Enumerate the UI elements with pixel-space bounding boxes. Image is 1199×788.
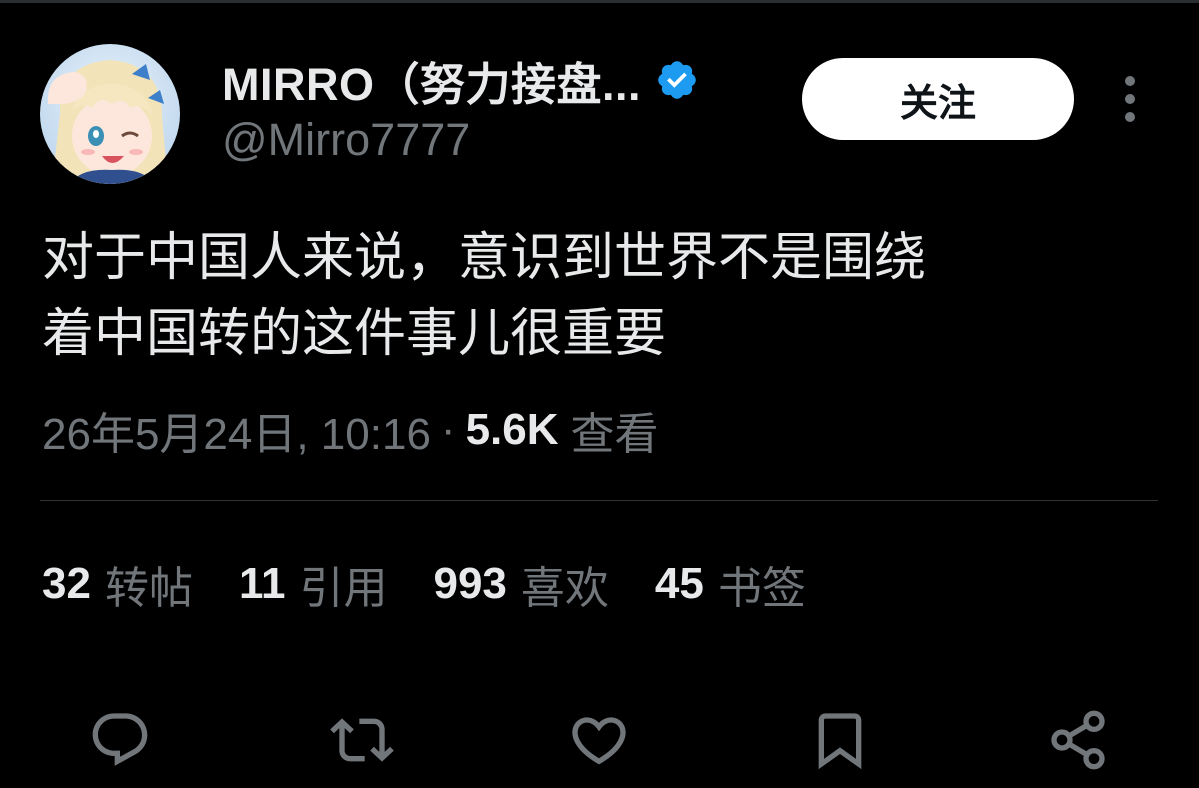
timestamp[interactable]: 26年5月24日, 10:16 bbox=[42, 398, 431, 462]
more-dot bbox=[1125, 94, 1135, 104]
stat-count: 45 bbox=[654, 559, 704, 608]
bookmark-button[interactable] bbox=[804, 704, 876, 776]
share-icon bbox=[1051, 710, 1105, 770]
divider bbox=[40, 500, 1158, 501]
more-options-icon[interactable] bbox=[1112, 74, 1148, 124]
like-icon bbox=[572, 717, 626, 765]
stat-label: 书签 bbox=[717, 563, 806, 614]
stat-reposts[interactable]: 32 转帖 bbox=[42, 552, 193, 616]
tweet-text-line: 着中国转的这件事儿很重要 bbox=[42, 304, 667, 364]
bookmark-icon bbox=[818, 713, 862, 770]
avatar[interactable] bbox=[40, 44, 180, 184]
author-handle[interactable]: @Mirro7777 bbox=[222, 114, 470, 166]
follow-button[interactable]: 关注 bbox=[802, 58, 1074, 140]
stat-count: 32 bbox=[42, 559, 91, 608]
stat-quotes[interactable]: 11 引用 bbox=[239, 552, 388, 616]
verified-badge-icon bbox=[658, 61, 696, 99]
stat-count: 993 bbox=[433, 559, 507, 608]
stat-label: 喜欢 bbox=[520, 563, 609, 614]
stat-bookmarks[interactable]: 45 书签 bbox=[655, 552, 806, 616]
stat-likes[interactable]: 993 喜欢 bbox=[433, 552, 608, 616]
tweet-text: 对于中国人来说，意识到世界不是围绕 着中国转的这件事儿很重要 bbox=[42, 220, 1162, 372]
tweet-meta: 26年5月24日, 10:16 · 5.6K 查看 bbox=[42, 400, 659, 460]
reply-icon bbox=[92, 713, 148, 766]
more-dot bbox=[1125, 76, 1135, 86]
views-label: 查看 bbox=[570, 410, 659, 459]
anime-avatar-illustration bbox=[40, 44, 180, 184]
stat-label: 转帖 bbox=[104, 563, 193, 614]
views-count: 5.6K bbox=[465, 405, 559, 454]
tweet-text-line: 对于中国人来说，意识到世界不是围绕 bbox=[42, 228, 927, 288]
top-border bbox=[0, 0, 1199, 3]
like-button[interactable] bbox=[563, 704, 635, 776]
author-name-row[interactable]: MIRRO（努力接盘... bbox=[222, 50, 699, 110]
stat-count: 11 bbox=[238, 559, 286, 608]
retweet-button[interactable] bbox=[326, 704, 398, 776]
retweet-icon bbox=[330, 718, 394, 762]
meta-separator: · bbox=[440, 405, 456, 454]
engagement-stats: 32 转帖 11 引用 993 喜欢 45 书签 bbox=[42, 552, 852, 616]
author-display-name[interactable]: MIRRO（努力接盘... bbox=[222, 48, 641, 113]
stat-label: 引用 bbox=[299, 563, 388, 614]
more-dot bbox=[1125, 112, 1135, 122]
share-button[interactable] bbox=[1042, 704, 1114, 776]
reply-button[interactable] bbox=[84, 704, 156, 776]
